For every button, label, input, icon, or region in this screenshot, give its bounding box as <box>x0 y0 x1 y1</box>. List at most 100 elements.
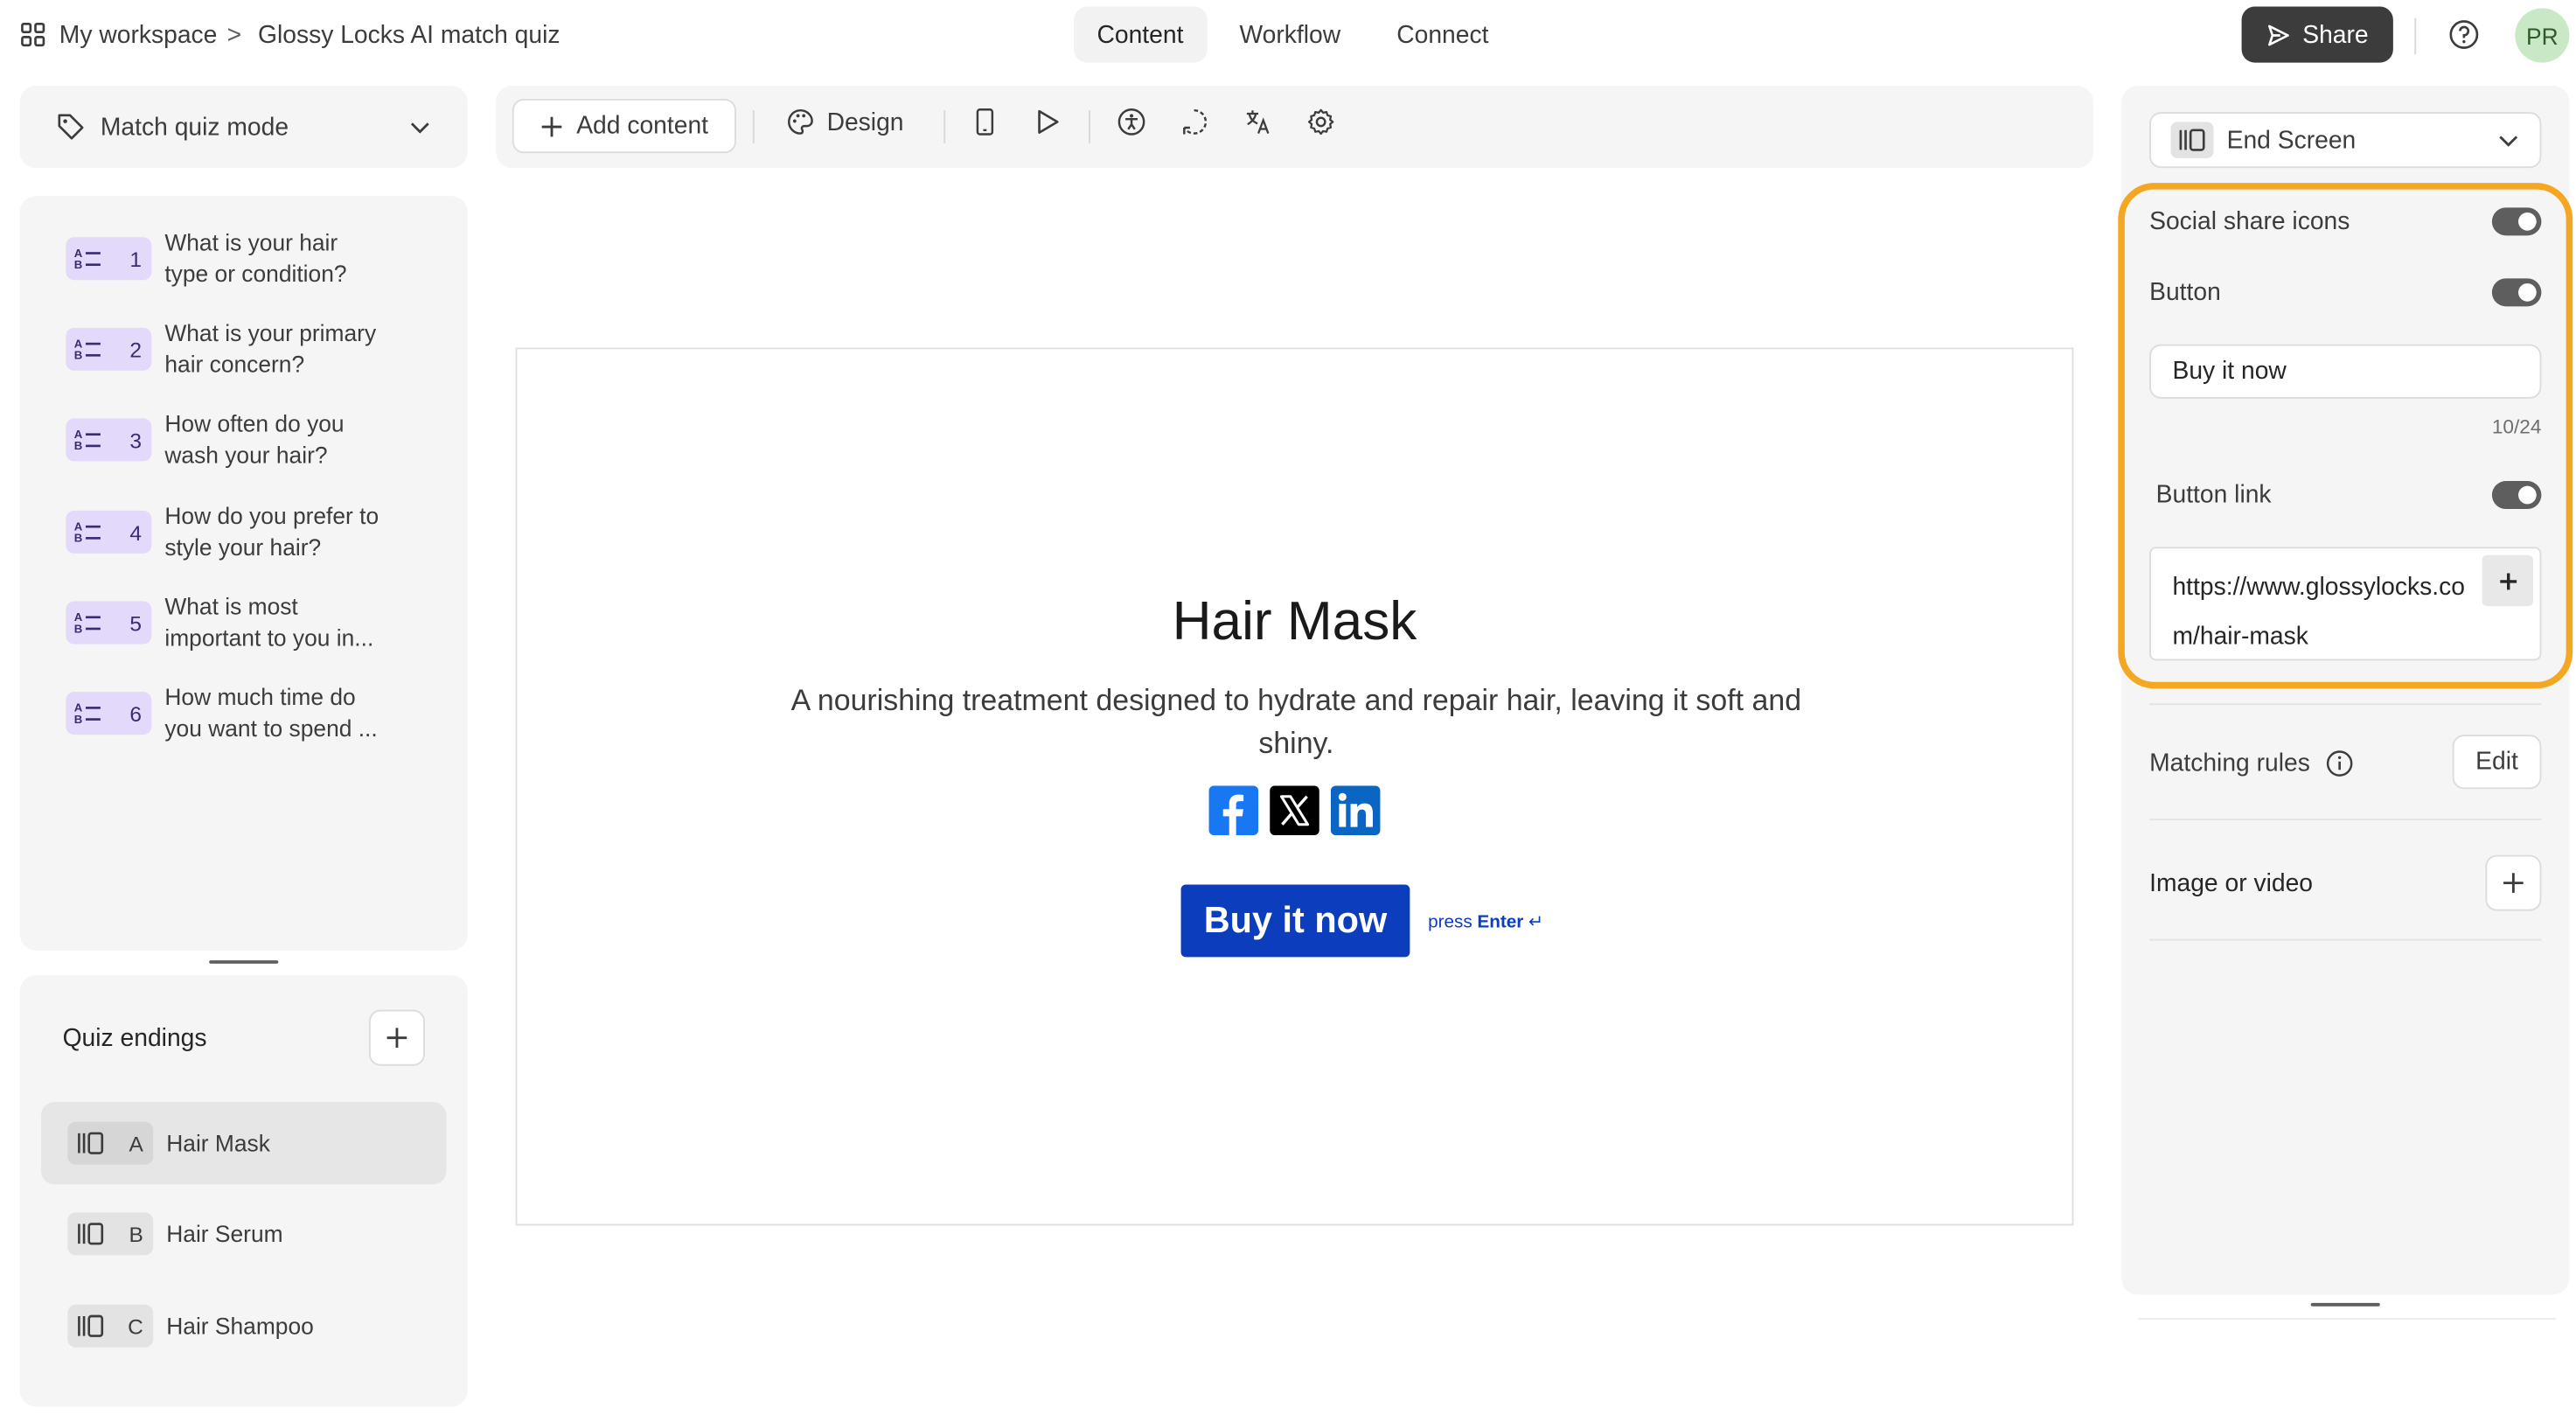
ending-item[interactable]: B Hair Serum <box>41 1193 446 1275</box>
tab-connect[interactable]: Connect <box>1374 7 1512 63</box>
design-label: Design <box>826 108 904 136</box>
breadcrumb-form-name[interactable]: Glossy Locks AI match quiz <box>258 21 560 49</box>
accessibility-button[interactable] <box>1117 107 1146 136</box>
add-content-button[interactable]: Add content <box>512 99 736 154</box>
chevron-down-icon <box>408 115 431 138</box>
resize-handle[interactable] <box>209 960 279 964</box>
ending-item[interactable]: C Hair Shampoo <box>41 1285 446 1367</box>
button-link-value: https://www.glossylocks.com/hair-mask <box>2172 573 2465 652</box>
resize-handle[interactable] <box>2310 1302 2380 1307</box>
question-item[interactable]: AB 5 What is most important to you in... <box>66 585 461 661</box>
ending-label: Hair Serum <box>166 1220 283 1247</box>
character-counter: 10/24 <box>2491 415 2542 439</box>
ending-badge: B <box>67 1212 154 1256</box>
button-toggle[interactable] <box>2491 278 2542 307</box>
ending-badge: C <box>67 1304 154 1348</box>
add-image-video-button[interactable] <box>2485 854 2542 911</box>
end-screen-icon <box>76 1313 106 1339</box>
plus-icon <box>2502 871 2524 894</box>
question-text: What is your primary hair concern? <box>164 319 377 378</box>
help-icon[interactable] <box>2447 18 2481 52</box>
divider <box>752 110 755 143</box>
question-text: How often do you wash your hair? <box>164 410 345 468</box>
end-screen-preview: Hair Mask A nourishing treatment designe… <box>515 347 2074 1226</box>
insert-variable-button[interactable] <box>2482 554 2533 607</box>
settings-button[interactable] <box>1306 107 1336 136</box>
button-text-input[interactable]: Buy it now <box>2149 344 2542 399</box>
multiple-choice-icon: AB <box>74 247 104 270</box>
ending-item[interactable]: A Hair Mask <box>41 1102 447 1185</box>
question-badge: AB 1 <box>66 237 152 281</box>
question-number: 6 <box>129 701 142 726</box>
send-icon <box>2266 22 2291 46</box>
ending-letter: C <box>128 1314 143 1339</box>
info-icon[interactable] <box>2325 749 2353 777</box>
question-item[interactable]: AB 1 What is your hair type or condition? <box>66 220 461 296</box>
grid-icon[interactable] <box>20 21 46 47</box>
add-content-label: Add content <box>576 112 709 141</box>
question-number: 4 <box>129 519 142 545</box>
question-text: What is your hair type or condition? <box>164 228 347 287</box>
divider <box>2149 703 2542 706</box>
logic-button[interactable] <box>1180 107 1209 136</box>
button-link-input[interactable]: https://www.glossylocks.com/hair-mask <box>2149 547 2542 661</box>
button-link-toggle[interactable] <box>2491 481 2542 510</box>
quiz-mode-label: Match quiz mode <box>100 113 289 142</box>
social-share-toggle[interactable] <box>2491 207 2542 236</box>
ending-letter: A <box>129 1131 143 1156</box>
enter-key-icon: ↵ <box>1528 912 1544 933</box>
button-label: Button <box>2149 278 2221 307</box>
x-icon[interactable] <box>1270 785 1319 835</box>
tab-content[interactable]: Content <box>1074 6 1207 63</box>
multiple-choice-icon: AB <box>74 701 104 725</box>
matching-rules-row: Matching rules <box>2149 749 2353 777</box>
avatar[interactable]: PR <box>2515 8 2570 63</box>
accessibility-icon <box>1117 107 1146 136</box>
question-item[interactable]: AB 3 How often do you wash your hair? <box>66 402 461 478</box>
ending-letter: B <box>129 1221 143 1246</box>
translate-button[interactable] <box>1243 107 1273 136</box>
question-badge: AB 6 <box>66 692 152 735</box>
divider <box>2414 17 2417 55</box>
question-text: How much time do you want to spend ... <box>164 683 378 742</box>
preview-button[interactable] <box>1033 107 1062 136</box>
add-ending-button[interactable] <box>368 1009 425 1066</box>
question-badge: AB 5 <box>66 601 152 645</box>
ending-label: Hair Mask <box>166 1130 270 1157</box>
plus-icon <box>386 1026 408 1049</box>
question-item[interactable]: AB 2 What is your primary hair concern? <box>66 311 461 387</box>
translate-icon <box>1243 107 1273 136</box>
question-item[interactable]: AB 6 How much time do you want to spend .… <box>66 675 461 751</box>
share-button[interactable]: Share <box>2241 6 2393 63</box>
multiple-choice-icon: AB <box>74 429 104 451</box>
mobile-preview-button[interactable] <box>971 107 998 136</box>
breadcrumb-workspace[interactable]: My workspace <box>59 21 218 49</box>
image-video-label: Image or video <box>2149 869 2314 898</box>
editor-toolbar: Add content Design <box>495 85 2094 169</box>
logic-icon <box>1180 107 1209 136</box>
breadcrumb-separator: > <box>226 20 242 49</box>
end-screen-title[interactable]: Hair Mask <box>517 589 2071 652</box>
play-icon <box>1033 107 1062 136</box>
svg-text:B: B <box>74 622 83 634</box>
facebook-icon[interactable] <box>1208 785 1259 835</box>
palette-icon <box>785 107 815 136</box>
tab-workflow[interactable]: Workflow <box>1216 7 1363 63</box>
ending-badge: A <box>67 1121 154 1165</box>
end-screen-buy-button[interactable]: Buy it now <box>1180 884 1410 958</box>
question-item[interactable]: AB 4 How do you prefer to style your hair… <box>66 494 461 570</box>
social-share-label: Social share icons <box>2149 207 2350 236</box>
question-number: 5 <box>129 610 142 636</box>
screen-type-selector[interactable]: End Screen <box>2149 112 2542 169</box>
question-badge: AB 3 <box>66 418 152 462</box>
edit-matching-rules-button[interactable]: Edit <box>2452 735 2542 790</box>
quiz-mode-selector[interactable]: Match quiz mode <box>19 85 468 169</box>
end-screen-icon <box>2170 122 2214 158</box>
design-button[interactable]: Design <box>785 107 904 136</box>
svg-text:B: B <box>74 258 83 270</box>
linkedin-icon[interactable] <box>1330 785 1381 835</box>
question-badge: AB 2 <box>66 327 152 371</box>
plus-icon <box>2497 571 2517 591</box>
end-screen-description[interactable]: A nourishing treatment designed to hydra… <box>764 679 1828 764</box>
social-share-icons <box>1208 785 1381 835</box>
